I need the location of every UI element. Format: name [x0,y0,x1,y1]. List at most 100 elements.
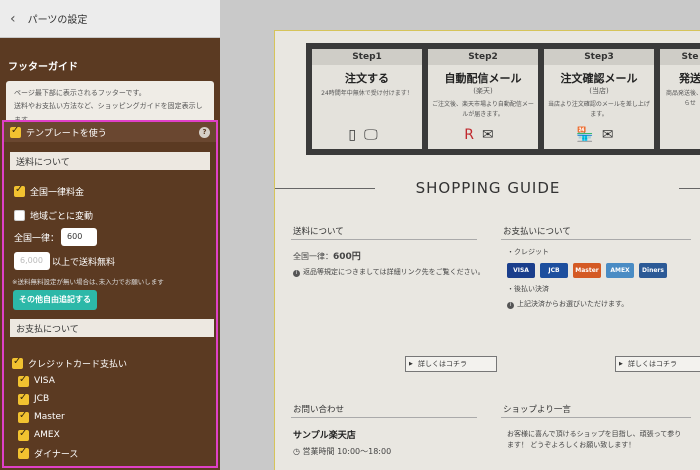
flat-price-label: 全国一律： [14,233,60,244]
info-icon: i [507,302,514,309]
shipping-note: i 返品等規定につきましては詳細リンク先をご覧ください。 [293,267,485,277]
step-title: 注文する [345,72,389,85]
step-card: Ste 発送 商品発送後、お知らせ [660,49,700,149]
payment-col-title: お支払いについて [503,227,571,237]
jcb-logo: JCB [540,263,568,278]
notice-line-1: ページ最下部に表示されるフッターです。 [14,89,146,97]
flat-price-input[interactable]: 600 [61,228,98,246]
deferred-note: i 上記決済からお選びいただけます。 [507,299,628,309]
free-shipping-suffix: 以上で送料無料 [52,257,116,268]
visa-checkbox[interactable] [18,374,29,387]
visa-label: VISA [34,376,55,386]
divider [291,239,477,240]
region-rate-checkbox[interactable] [14,209,25,221]
card-option-diners[interactable]: ダイナース [18,444,78,462]
help-icon[interactable]: ? [199,126,210,138]
credit-card-option[interactable]: クレジットカード支払い [12,354,127,372]
shipping-price: 600円 [333,252,361,262]
step-number: Ste [660,49,700,65]
flat-price-row: 全国一律： 600 [14,228,98,246]
step-title-sub: (当店) [589,87,609,95]
amex-checkbox[interactable] [18,428,29,441]
divider [679,188,700,189]
deferred-note-text: 上記決済からお選びいただけます。 [517,300,629,308]
use-template-checkbox[interactable] [10,125,21,138]
shipping-detail-button[interactable]: 詳しくはコチラ [405,356,497,372]
card-logos: VISA JCB Master AMEX Diners [507,263,667,278]
flat-rate-option[interactable]: 全国一律料金 [14,182,84,200]
card-option-amex[interactable]: AMEX [18,426,60,444]
shipping-section-label: 送料について [10,152,210,170]
region-rate-option[interactable]: 地域ごとに変動 [14,206,93,224]
step-card: Step2 自動配信メール (楽天) ご注文後、楽天市場より自動配信メールが届き… [428,49,538,149]
business-hours-text: 営業時間 10:00～18:00 [302,447,392,456]
diners-checkbox[interactable] [18,446,29,459]
card-option-visa[interactable]: VISA [18,372,55,390]
region-rate-label: 地域ごとに変動 [30,211,94,222]
master-logo: Master [573,263,601,278]
step-number: Step2 [428,49,538,65]
panel-header: ‹ パーツの設定 [0,0,220,38]
diners-logo: Diners [639,263,667,278]
amex-label: AMEX [34,430,60,440]
shipping-note-text: 返品等規定につきましては詳細リンク先をご覧ください。 [303,268,485,276]
step-desc: ご注文後、楽天市場より自動配信メールが届きます。 [432,101,534,118]
use-template-label: テンプレートを使う [26,128,107,139]
divider [291,417,477,418]
shipping-label: 全国一律： [293,252,333,261]
free-shipping-input[interactable]: 6,000 [14,252,50,270]
divider [501,417,691,418]
step-number: Step3 [544,49,654,65]
mail-icon: R✉ [464,127,502,143]
divider [501,239,691,240]
amex-logo: AMEX [606,263,634,278]
visa-logo: VISA [507,263,535,278]
panel-title: パーツの設定 [27,15,88,26]
step-number: Step1 [312,49,422,65]
shopping-guide-title: SHOPPING GUIDE [415,179,561,197]
flat-rate-checkbox[interactable] [14,184,25,197]
contact-col-title: お問い合わせ [293,405,345,415]
business-hours: ◷ 営業時間 10:00～18:00 [293,446,391,457]
master-checkbox[interactable] [18,410,29,423]
add-free-text-button[interactable]: その他自由追記する [13,290,97,310]
shop-msg-col-title: ショップより一言 [503,405,571,415]
payment-section-label: お支払について [10,319,214,337]
footer-guide-title: フッターガイド [8,62,78,73]
shipping-col-title: 送料について [293,227,344,237]
step-card: Step1 注文する 24時間年中無休で受け付けます！ ▯🖵 [312,49,422,149]
info-icon: i [293,270,300,277]
shop-mail-icon: 🏪✉ [576,127,622,143]
footer-preview: Step1 注文する 24時間年中無休で受け付けます！ ▯🖵 Step2 自動配… [274,30,700,470]
use-template-row[interactable]: テンプレートを使う ? [4,122,216,142]
shop-msg: お客様に喜んで頂けるショップを目指し、頑張って参ります！ どうぞよろしくお願い致… [507,430,682,450]
shop-name: サンプル楽天店 [293,431,356,441]
payment-detail-button[interactable]: 詳しくはコチラ [615,356,700,372]
step-desc: 商品発送後、お知らせ [665,90,700,107]
device-icon: ▯🖵 [348,127,386,143]
order-steps: Step1 注文する 24時間年中無休で受け付けます！ ▯🖵 Step2 自動配… [306,43,700,155]
card-option-jcb[interactable]: JCB [18,390,49,408]
diners-label: ダイナース [34,449,79,460]
step-title: 自動配信メール [444,72,522,85]
step-desc: 当店より注文確認のメールを差し上げます。 [548,101,650,118]
deferred-text: ・後払い決済 [507,285,549,293]
settings-panel: ‹ パーツの設定 フッターガイド ページ最下部に表示されるフッターです。 送料や… [0,0,220,470]
chevron-left-icon[interactable]: ‹ [10,11,16,27]
step-title: 注文確認メール [560,72,638,85]
credit-card-checkbox[interactable] [12,356,23,369]
credit-card-label: クレジットカード支払い [28,359,128,370]
card-option-master[interactable]: Master [18,408,65,426]
shipping-price-row: 全国一律：600円 [293,249,361,262]
free-shipping-note: ※送料無料設定が無い場合は､未入力でお願いします [12,278,164,286]
flat-rate-label: 全国一律料金 [30,187,85,198]
master-label: Master [34,412,65,422]
step-card: Step3 注文確認メール (当店) 当店より注文確認のメールを差し上げます。 … [544,49,654,149]
template-settings-box: テンプレートを使う ? 送料について 全国一律料金 地域ごとに変動 全国一律： … [2,120,218,468]
credit-text: ・クレジット [507,248,549,256]
jcb-label: JCB [34,394,50,404]
jcb-checkbox[interactable] [18,392,29,405]
step-title: 発送 [679,72,700,85]
step-desc: 24時間年中無休で受け付けます！ [321,90,413,97]
step-title-sub: (楽天) [473,87,493,95]
